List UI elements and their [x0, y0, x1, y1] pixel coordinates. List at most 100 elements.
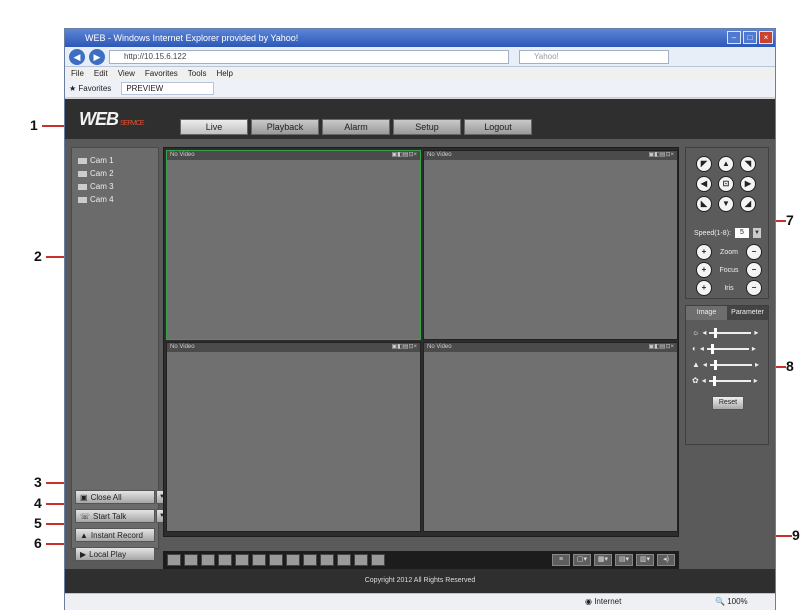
video-controls-icon[interactable]: ▣◧▤⊡×	[648, 343, 674, 352]
ptz-right-button[interactable]: ▶	[740, 176, 756, 192]
menu-favorites[interactable]: Favorites	[145, 67, 178, 80]
brightness-slider[interactable]	[709, 327, 752, 338]
split-4-button[interactable]	[184, 554, 198, 566]
slider-thumb[interactable]	[714, 359, 718, 370]
channel-item[interactable]: Cam 4	[78, 193, 152, 206]
tab-live[interactable]: Live	[180, 119, 248, 135]
menu-tools[interactable]: Tools	[188, 67, 207, 80]
slider-thumb[interactable]	[713, 327, 717, 338]
focus-in-button[interactable]: +	[696, 262, 712, 278]
callout-7: 7	[786, 212, 794, 228]
logo-subtext: SERVICE	[120, 120, 145, 127]
ptz-center-button[interactable]: ⊡	[718, 176, 734, 192]
decrease-icon[interactable]: ◂	[700, 344, 704, 353]
video-controls-icon[interactable]: ▣◧▤⊡×	[648, 151, 674, 160]
channel-item[interactable]: Cam 2	[78, 167, 152, 180]
tab-image[interactable]: Image	[686, 306, 727, 320]
reset-button[interactable]: Reset	[712, 396, 744, 410]
record-icon: ▲	[80, 530, 88, 540]
channel-item[interactable]: Cam 1	[78, 154, 152, 167]
search-input[interactable]: Yahoo!	[519, 49, 669, 64]
zoom-level[interactable]: 🔍 100%	[715, 597, 748, 606]
fullscreen-button[interactable]	[354, 554, 368, 566]
tab-alarm[interactable]: Alarm	[322, 119, 390, 135]
split-screen-bar: ≡ ▢▾ ▦▾ ▤▾ ▥▾ ◂)	[163, 551, 679, 569]
fluency-icon[interactable]: ▤▾	[615, 554, 633, 566]
video-cell-2[interactable]: No Video ▣◧▤⊡×	[423, 150, 678, 340]
start-talk-button[interactable]: ☏ Start Talk ▼	[75, 509, 168, 523]
iris-close-button[interactable]: −	[746, 280, 762, 296]
close-all-button[interactable]: ▣ Close All ▼	[75, 490, 168, 504]
iris-open-button[interactable]: +	[696, 280, 712, 296]
menu-help[interactable]: Help	[216, 67, 232, 80]
ptz-up-left-button[interactable]: ◤	[696, 156, 712, 172]
focus-out-button[interactable]: −	[746, 262, 762, 278]
split-16-button[interactable]	[269, 554, 283, 566]
split-9-button[interactable]	[235, 554, 249, 566]
decrease-icon[interactable]: ◂	[703, 360, 707, 369]
video-controls-icon[interactable]: ▣◧▤⊡×	[391, 343, 417, 352]
stream-icon[interactable]: ≡	[552, 554, 570, 566]
split-36-button[interactable]	[320, 554, 334, 566]
back-icon[interactable]: ◀	[69, 48, 85, 65]
layout-icon[interactable]: ▦▾	[594, 554, 612, 566]
split-64-button[interactable]	[337, 554, 351, 566]
tab-preview[interactable]: PREVIEW	[121, 82, 215, 95]
zoom-out-button[interactable]: −	[746, 244, 762, 260]
tab-setup[interactable]: Setup	[393, 119, 461, 135]
ptz-down-button[interactable]: ▼	[718, 196, 734, 212]
menu-file[interactable]: File	[71, 67, 84, 80]
split-13-button[interactable]	[252, 554, 266, 566]
settings-icon[interactable]: ▥▾	[636, 554, 654, 566]
hue-slider[interactable]	[708, 375, 751, 386]
ptz-left-button[interactable]: ◀	[696, 176, 712, 192]
ptz-up-right-button[interactable]: ◥	[740, 156, 756, 172]
tab-playback[interactable]: Playback	[251, 119, 319, 135]
image-settings-panel: Image Parameter ☼◂ ▸ ◐◂ ▸ ▲◂ ▸ ✿◂ ▸	[685, 305, 769, 445]
local-play-button[interactable]: ▶ Local Play	[75, 547, 155, 561]
close-window-button[interactable]	[371, 554, 385, 566]
favorites-button[interactable]: ★ Favorites	[69, 84, 111, 93]
decrease-icon[interactable]: ◂	[702, 328, 706, 337]
saturation-slider[interactable]	[709, 359, 752, 370]
channel-label: Cam 3	[90, 182, 114, 191]
increase-icon[interactable]: ▸	[754, 328, 758, 337]
split-20-button[interactable]	[286, 554, 300, 566]
speed-select[interactable]: 5	[734, 228, 749, 238]
zoom-in-button[interactable]: +	[696, 244, 712, 260]
split-25-button[interactable]	[303, 554, 317, 566]
split-8-button[interactable]	[218, 554, 232, 566]
slider-thumb[interactable]	[712, 375, 716, 386]
increase-icon[interactable]: ▸	[754, 376, 758, 385]
increase-icon[interactable]: ▸	[755, 360, 759, 369]
minimize-button[interactable]: –	[727, 31, 741, 44]
aspect-ratio-icon[interactable]: ▢▾	[573, 554, 591, 566]
slider-thumb[interactable]	[711, 343, 715, 354]
camera-icon	[78, 170, 87, 177]
decrease-icon[interactable]: ◂	[702, 376, 706, 385]
tab-parameter[interactable]: Parameter	[727, 306, 768, 320]
url-field[interactable]: http://10.15.6.122	[109, 49, 509, 64]
ptz-up-button[interactable]: ▲	[718, 156, 734, 172]
increase-icon[interactable]: ▸	[752, 344, 756, 353]
video-cell-3[interactable]: No Video ▣◧▤⊡×	[166, 342, 421, 532]
split-1-button[interactable]	[167, 554, 181, 566]
chevron-down-icon[interactable]: ▼	[752, 228, 761, 238]
video-cell-1[interactable]: No Video ▣◧▤⊡×	[166, 150, 421, 340]
menu-edit[interactable]: Edit	[94, 67, 108, 80]
menu-view[interactable]: View	[118, 67, 135, 80]
ptz-down-left-button[interactable]: ◣	[696, 196, 712, 212]
ptz-down-right-button[interactable]: ◢	[740, 196, 756, 212]
tab-logout[interactable]: Logout	[464, 119, 532, 135]
forward-icon[interactable]: ▶	[89, 48, 105, 65]
favorites-label: Favorites	[78, 84, 112, 93]
video-cell-4[interactable]: No Video ▣◧▤⊡×	[423, 342, 678, 532]
close-button[interactable]: ×	[759, 31, 773, 44]
video-controls-icon[interactable]: ▣◧▤⊡×	[391, 151, 417, 160]
split-6-button[interactable]	[201, 554, 215, 566]
instant-record-button[interactable]: ▲ Instant Record	[75, 528, 155, 542]
maximize-button[interactable]: □	[743, 31, 757, 44]
volume-icon[interactable]: ◂)	[657, 554, 675, 566]
channel-item[interactable]: Cam 3	[78, 180, 152, 193]
contrast-slider[interactable]	[706, 343, 749, 354]
